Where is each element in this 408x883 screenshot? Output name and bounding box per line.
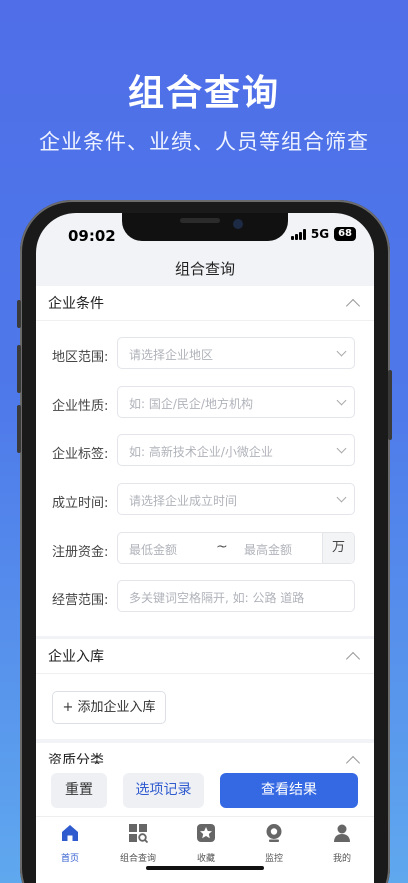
field-label: 地区范围:	[52, 350, 109, 365]
camera-icon	[266, 824, 282, 842]
add-warehouse-button[interactable]: + 添加企业入库	[52, 691, 166, 724]
company-warehouse-card: 企业入库 + 添加企业入库	[36, 639, 374, 739]
section-header-company[interactable]: 企业条件	[36, 286, 374, 320]
phone-side-button	[17, 345, 21, 393]
field-label: 企业标签:	[52, 447, 109, 462]
status-indicators: 5G 68	[290, 227, 356, 241]
range-separator: ~	[216, 539, 228, 555]
tab-label: 首页	[60, 854, 79, 864]
nature-select[interactable]: 如: 国企/民企/地方机构	[117, 386, 355, 418]
field-label: 企业性质:	[52, 399, 109, 414]
home-icon	[62, 825, 78, 841]
star-icon	[197, 824, 215, 842]
tab-monitor[interactable]: 监控	[240, 823, 308, 864]
battery-icon: 68	[334, 227, 356, 241]
tab-label: 组合查询	[119, 854, 156, 864]
company-conditions-card: 企业条件 地区范围: 请选择企业地区 企业性质: 如: 国企/民企/地方机构 企…	[36, 286, 374, 636]
tab-label: 监控	[264, 854, 283, 864]
chevron-up-icon[interactable]	[345, 651, 361, 666]
field-placeholder: 如: 高新技术企业/小微企业	[129, 445, 273, 459]
section-header-warehouse[interactable]: 企业入库	[36, 639, 374, 673]
field-placeholder: 多关键词空格隔开, 如: 公路 道路	[129, 591, 305, 605]
speaker-grille	[180, 218, 220, 223]
phone-side-button	[17, 405, 21, 453]
tab-combined-search[interactable]: 组合查询	[104, 823, 172, 864]
region-select[interactable]: 请选择企业地区	[117, 337, 355, 369]
home-indicator	[146, 866, 264, 870]
field-placeholder: 请选择企业地区	[129, 348, 214, 362]
chevron-down-icon	[336, 443, 347, 454]
user-icon	[334, 824, 350, 842]
chevron-down-icon	[336, 492, 347, 503]
field-placeholder: 如: 国企/民企/地方机构	[129, 397, 253, 411]
capital-min-input[interactable]: 最低金额	[129, 541, 177, 558]
section-title: 企业入库	[48, 649, 104, 665]
region-row: 地区范围: 请选择企业地区	[36, 337, 374, 371]
tags-select[interactable]: 如: 高新技术企业/小微企业	[117, 434, 355, 466]
tab-mine[interactable]: 我的	[308, 823, 374, 864]
founded-select[interactable]: 请选择企业成立时间	[117, 483, 355, 515]
capital-max-input[interactable]: 最高金额	[244, 541, 292, 558]
camera-icon	[233, 219, 243, 229]
section-title: 企业条件	[48, 296, 104, 312]
action-bar: 重置 选项记录 查看结果	[36, 764, 374, 816]
capital-row: 注册资金: 最低金额 ~ 最高金额 万	[36, 532, 374, 566]
field-label: 成立时间:	[52, 496, 109, 511]
tab-label: 收藏	[196, 854, 215, 864]
status-time: 09:02	[68, 227, 116, 245]
reset-button[interactable]: 重置	[51, 773, 107, 808]
signal-icon	[290, 228, 306, 240]
tags-row: 企业标签: 如: 高新技术企业/小微企业	[36, 434, 374, 468]
network-label: 5G	[310, 227, 330, 241]
chevron-down-icon	[336, 346, 347, 357]
view-results-button[interactable]: 查看结果	[220, 773, 358, 808]
tab-home[interactable]: 首页	[36, 823, 104, 864]
app-screen: 09:02 5G 68 组合查询 企业条件 地区范围: 请选择企业地区 企业性质…	[36, 213, 374, 883]
grid-search-icon	[129, 824, 149, 844]
chevron-up-icon[interactable]	[345, 298, 361, 313]
field-label: 注册资金:	[52, 545, 109, 560]
scope-input[interactable]: 多关键词空格隔开, 如: 公路 道路	[117, 580, 355, 612]
field-label: 经营范围:	[52, 593, 109, 608]
phone-side-button	[17, 300, 21, 328]
page-title: 组合查询	[174, 260, 235, 278]
tab-label: 我的	[332, 854, 351, 864]
tab-bar: 首页 组合查询 收藏 监控 我的	[36, 816, 374, 883]
chevron-down-icon	[336, 395, 347, 406]
promo-subtitle: 企业条件、业绩、人员等组合筛查	[39, 130, 369, 154]
founded-row: 成立时间: 请选择企业成立时间	[36, 483, 374, 517]
phone-side-button	[388, 370, 392, 440]
capital-range: 最低金额 ~ 最高金额 万	[117, 532, 355, 564]
nature-row: 企业性质: 如: 国企/民企/地方机构	[36, 386, 374, 420]
capital-unit: 万	[322, 533, 354, 563]
field-placeholder: 请选择企业成立时间	[129, 494, 238, 508]
promo-title: 组合查询	[127, 73, 280, 114]
tab-favorites[interactable]: 收藏	[172, 823, 240, 864]
scope-row: 经营范围: 多关键词空格隔开, 如: 公路 道路	[36, 580, 374, 614]
phone-notch	[122, 213, 288, 241]
records-button[interactable]: 选项记录	[123, 773, 204, 808]
